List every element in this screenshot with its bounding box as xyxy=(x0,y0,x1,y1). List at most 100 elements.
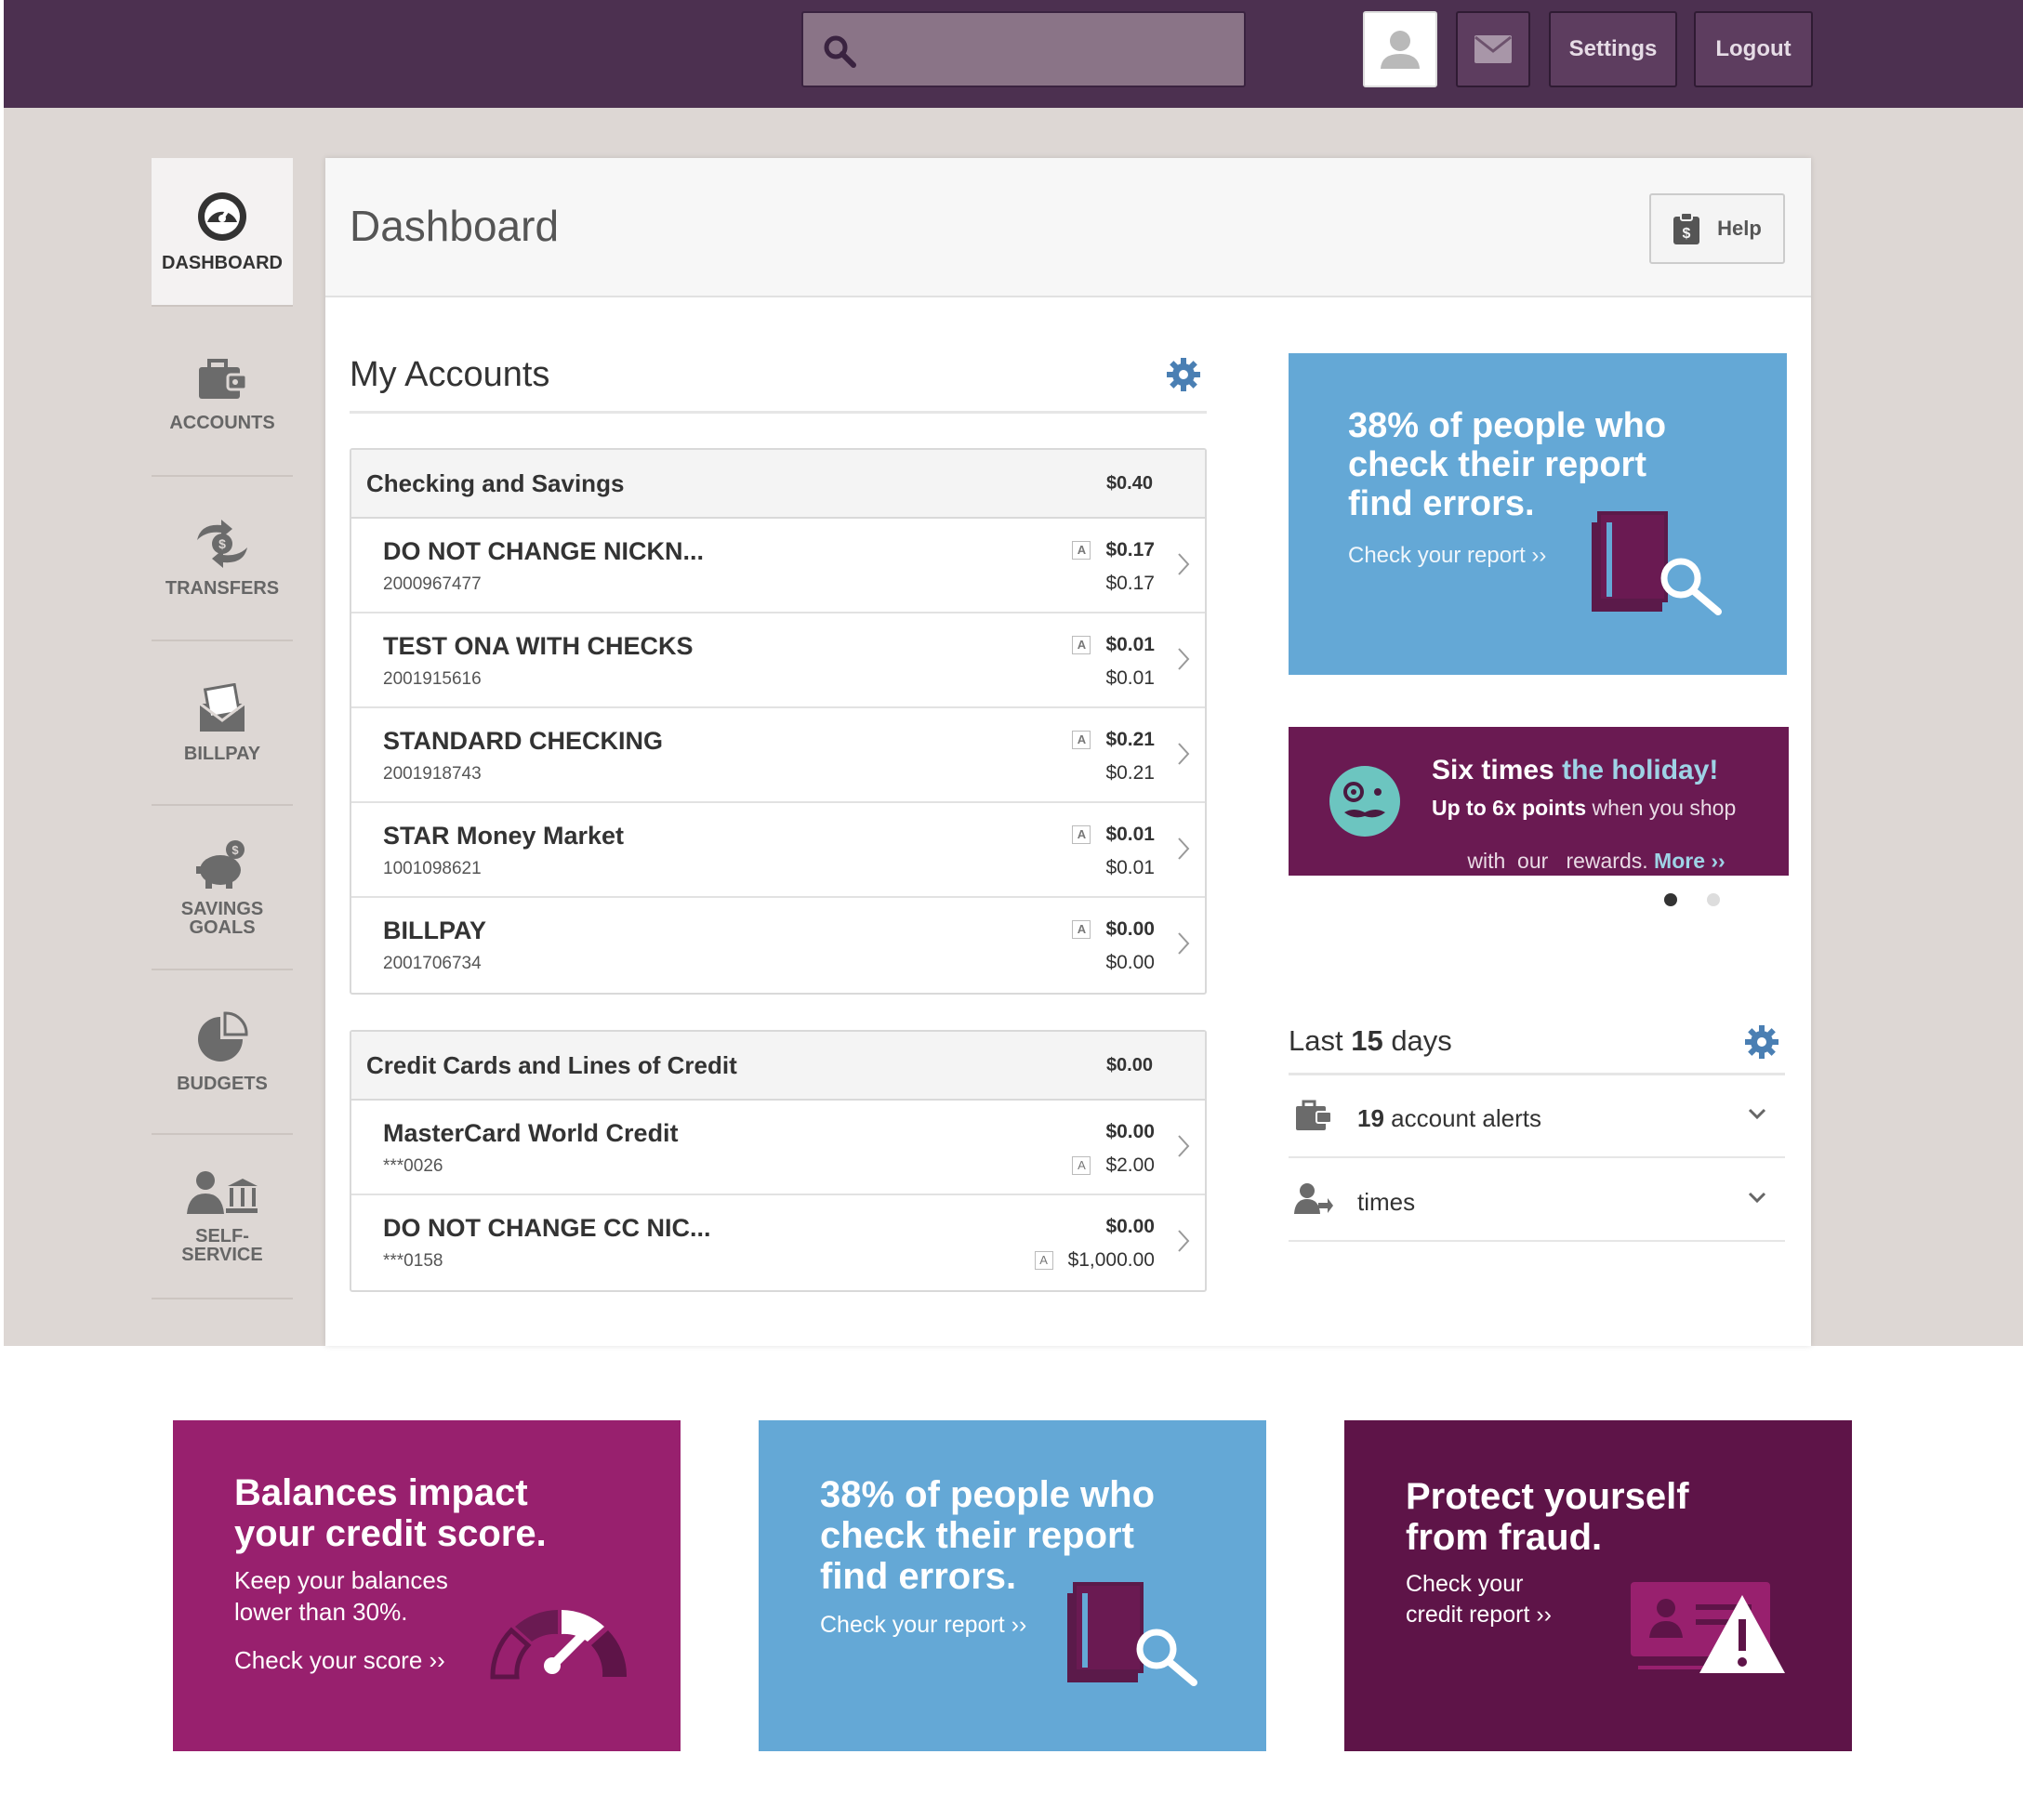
current-balance: $2.00 xyxy=(1105,1154,1155,1176)
account-group-total: $0.40 xyxy=(1105,472,1153,494)
account-row[interactable]: MasterCard World Credit ***0026 $0.00 A $… xyxy=(351,1101,1205,1195)
account-row[interactable]: DO NOT CHANGE CC NIC... ***0158 $0.00 A $… xyxy=(351,1195,1205,1290)
available-badge: A xyxy=(1072,920,1091,939)
sidebar-item-accounts[interactable]: ACCOUNTS xyxy=(152,312,293,477)
carousel-dot-active[interactable] xyxy=(1664,893,1677,906)
account-alerts-row[interactable]: 19 account alerts xyxy=(1289,1076,1785,1158)
account-group-header: Checking and Savings $0.40 xyxy=(351,450,1205,519)
sidebar-item-transfers[interactable]: $ TRANSFERS xyxy=(152,477,293,641)
report-errors-card[interactable]: 38% of people who check their report fin… xyxy=(759,1420,1266,1751)
times-row[interactable]: times xyxy=(1289,1160,1785,1242)
account-name: TEST ONA WITH CHECKS xyxy=(383,632,694,660)
wallet-icon xyxy=(199,358,248,399)
check-report-link[interactable]: Check your report ›› xyxy=(1348,543,1546,569)
sidebar-item-label: SELF-SERVICE xyxy=(181,1225,263,1265)
dashboard-panel: Dashboard $ Help My Accounts Checking an… xyxy=(325,158,1811,1346)
available-balance: $0.00 xyxy=(1105,918,1155,940)
envelope-bill-icon xyxy=(199,682,245,732)
piggy-bank-icon: $ xyxy=(196,839,245,889)
settings-button[interactable]: Settings xyxy=(1549,11,1677,87)
my-accounts-title: My Accounts xyxy=(350,355,550,394)
account-row[interactable]: BILLPAY 2001706734 A $0.00 $0.00 xyxy=(351,898,1205,993)
svg-text:$: $ xyxy=(231,843,239,857)
available-balance: $0.21 xyxy=(1105,729,1155,750)
ad-title: 38% of people who check their report fin… xyxy=(1348,406,1667,523)
available-balance: $0.00 xyxy=(1105,1121,1155,1142)
account-group-name: Checking and Savings xyxy=(366,468,625,497)
chevron-right-icon xyxy=(1178,648,1190,670)
current-balance: $0.00 xyxy=(1105,952,1155,973)
account-number: 2000967477 xyxy=(383,574,482,594)
sidebar-item-budgets[interactable]: BUDGETS xyxy=(152,970,293,1135)
last-days-settings-gear-icon[interactable] xyxy=(1744,1024,1779,1060)
messages-button[interactable] xyxy=(1456,11,1530,87)
sidebar-item-label: TRANSFERS xyxy=(165,577,280,599)
current-balance: $1,000.00 xyxy=(1067,1249,1155,1271)
logout-button[interactable]: Logout xyxy=(1694,11,1813,87)
top-bar: Settings Logout xyxy=(4,0,2023,108)
user-icon xyxy=(1381,31,1420,69)
search-icon xyxy=(824,35,856,68)
holiday-rewards-ad[interactable]: Six times the holiday! Up to 6x points w… xyxy=(1289,727,1789,876)
account-name: STANDARD CHECKING xyxy=(383,727,663,755)
sidebar-nav: DASHBOARD ACCOUNTS $ TRANSFERS BILLPAY $… xyxy=(152,158,293,1299)
identity-warning-icon xyxy=(1631,1582,1785,1673)
account-row[interactable]: DO NOT CHANGE NICKN... 2000967477 A $0.17… xyxy=(351,519,1205,613)
account-group-total: $0.00 xyxy=(1105,1054,1153,1075)
chevron-right-icon xyxy=(1178,1230,1190,1252)
account-alerts-text: 19 account alerts xyxy=(1357,1104,1542,1132)
card-title: Balances impact your credit score. xyxy=(234,1472,547,1554)
chevron-down-icon[interactable] xyxy=(1748,1108,1766,1119)
holiday-ad-line1: Up to 6x points when you shop xyxy=(1432,796,1737,820)
account-row[interactable]: STANDARD CHECKING 2001918743 A $0.21 $0.2… xyxy=(351,708,1205,803)
holiday-ad-title: Six times the holiday! xyxy=(1432,755,1719,785)
account-name: DO NOT CHANGE NICKN... xyxy=(383,537,705,565)
account-name: MasterCard World Credit xyxy=(383,1119,679,1147)
account-number: 2001915616 xyxy=(383,669,482,689)
profile-button[interactable] xyxy=(1363,11,1437,87)
account-row[interactable]: STAR Money Market 1001098621 A $0.01 $0.0… xyxy=(351,803,1205,898)
check-credit-report-link[interactable]: Check your credit report ›› xyxy=(1406,1569,1552,1629)
speedometer-icon xyxy=(198,192,246,241)
account-group-name: Credit Cards and Lines of Credit xyxy=(366,1050,737,1079)
account-number: ***0026 xyxy=(383,1156,443,1176)
carousel-dot[interactable] xyxy=(1707,893,1720,906)
account-name: BILLPAY xyxy=(383,917,487,944)
current-balance: $0.21 xyxy=(1105,762,1155,784)
chevron-down-icon[interactable] xyxy=(1748,1192,1766,1203)
transfer-icon: $ xyxy=(197,519,247,568)
panel-header: Dashboard $ Help xyxy=(325,158,1811,297)
credit-gauge-icon xyxy=(490,1610,628,1680)
sidebar-item-label: DASHBOARD xyxy=(162,253,283,273)
help-label: Help xyxy=(1717,217,1762,240)
credit-report-ad[interactable]: 38% of people who check their report fin… xyxy=(1289,353,1787,675)
times-text: times xyxy=(1357,1188,1416,1216)
book-magnifier-icon xyxy=(1067,1582,1197,1686)
sidebar-item-label: BILLPAY xyxy=(183,743,261,764)
account-number: 1001098621 xyxy=(383,859,482,878)
sidebar-item-savings-goals[interactable]: $ SAVINGS GOALS xyxy=(152,806,293,970)
help-button[interactable]: $ Help xyxy=(1649,193,1785,264)
user-login-icon xyxy=(1294,1183,1333,1214)
current-balance: $0.01 xyxy=(1105,857,1155,878)
credit-score-card[interactable]: Balances impact your credit score. Keep … xyxy=(173,1420,681,1751)
last-days-title: Last 15 days xyxy=(1289,1024,1452,1057)
sidebar-item-self-service[interactable]: SELF-SERVICE xyxy=(152,1135,293,1299)
accounts-settings-gear-icon[interactable] xyxy=(1166,357,1201,392)
self-service-icon xyxy=(187,1170,258,1214)
chevron-right-icon xyxy=(1178,553,1190,575)
search-input[interactable] xyxy=(801,11,1246,87)
check-report-link[interactable]: Check your report ›› xyxy=(820,1610,1026,1641)
account-row[interactable]: TEST ONA WITH CHECKS 2001915616 A $0.01 $… xyxy=(351,613,1205,708)
sidebar-item-dashboard[interactable]: DASHBOARD xyxy=(152,158,293,307)
svg-text:$: $ xyxy=(1683,226,1691,242)
account-group-credit-cards: Credit Cards and Lines of Credit $0.00 M… xyxy=(350,1030,1207,1292)
sidebar-item-billpay[interactable]: BILLPAY xyxy=(152,641,293,806)
more-link[interactable]: More ›› xyxy=(1654,849,1726,873)
available-badge: A xyxy=(1072,636,1091,654)
check-score-link[interactable]: Check your score ›› xyxy=(234,1645,445,1677)
fraud-protection-card[interactable]: Protect yourself from fraud. Check your … xyxy=(1344,1420,1852,1751)
mail-icon xyxy=(1474,35,1512,63)
sidebar-item-label: SAVINGS GOALS xyxy=(180,898,264,938)
chevron-right-icon xyxy=(1178,837,1190,860)
